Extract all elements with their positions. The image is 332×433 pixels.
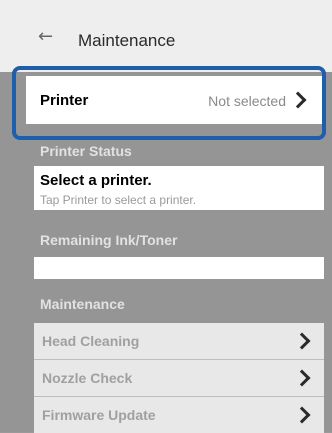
menu-item-firmware-update[interactable]: Firmware Update [34, 397, 324, 433]
maintenance-heading: Maintenance [40, 296, 125, 312]
ink-level-card [34, 257, 324, 279]
chevron-right-icon [293, 406, 311, 424]
highlight-frame [12, 66, 326, 140]
page-title: Maintenance [78, 31, 176, 50]
chevron-right-icon [293, 332, 311, 350]
status-main-text: Select a printer. [40, 172, 152, 189]
menu-item-label: Nozzle Check [42, 370, 133, 386]
printer-status-card: Select a printer. Tap Printer to select … [34, 166, 324, 210]
menu-item-head-cleaning[interactable]: Head Cleaning [34, 323, 324, 359]
menu-item-label: Firmware Update [42, 407, 156, 423]
status-sub-text: Tap Printer to select a printer. [40, 193, 197, 207]
chevron-right-icon [293, 369, 311, 387]
back-arrow-icon[interactable]: ← [38, 28, 56, 46]
menu-item-nozzle-check[interactable]: Nozzle Check [34, 360, 324, 396]
printer-status-heading: Printer Status [40, 143, 132, 159]
app-bar: ← Maintenance [0, 0, 332, 72]
menu-item-label: Head Cleaning [42, 333, 140, 349]
remaining-ink-heading: Remaining Ink/Toner [40, 232, 178, 248]
